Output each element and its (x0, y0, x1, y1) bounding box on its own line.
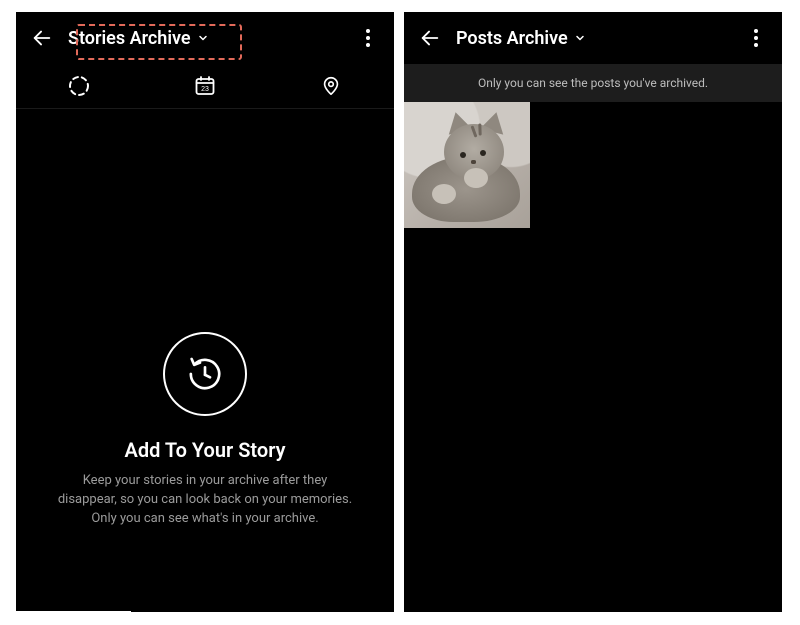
kitten-photo (404, 102, 530, 228)
empty-state-body: Keep your stories in your archive after … (55, 472, 355, 529)
back-arrow-icon (31, 27, 53, 49)
history-clock-icon (185, 354, 225, 394)
chevron-down-icon (574, 28, 586, 49)
location-pin-icon (320, 75, 342, 97)
header-title: Stories Archive (68, 28, 191, 49)
header-bar: Posts Archive (404, 12, 782, 64)
phone-posts-archive: Posts Archive Only you can see the posts… (404, 12, 782, 612)
chevron-down-icon (197, 28, 209, 49)
back-arrow-icon (419, 27, 441, 49)
calendar-day: 23 (201, 86, 209, 93)
tab-location[interactable] (268, 64, 394, 108)
screenshot-pair: Stories Archive (0, 0, 800, 625)
archived-post-thumbnail[interactable] (404, 102, 530, 228)
calendar-icon: 23 (193, 74, 217, 98)
kebab-icon (366, 29, 370, 47)
archive-type-dropdown[interactable]: Stories Archive (62, 24, 215, 53)
privacy-banner: Only you can see the posts you've archiv… (404, 64, 782, 102)
back-button[interactable] (22, 27, 62, 49)
empty-state: Add To Your Story Keep your stories in y… (16, 332, 394, 529)
phone-stories-archive: Stories Archive (16, 12, 394, 612)
empty-state-heading: Add To Your Story (124, 438, 285, 462)
kebab-icon (754, 29, 758, 47)
archive-type-dropdown[interactable]: Posts Archive (450, 24, 592, 53)
overflow-menu-button[interactable] (736, 29, 776, 47)
story-ring-icon (67, 74, 91, 98)
tab-calendar[interactable]: 23 (142, 64, 268, 108)
back-button[interactable] (410, 27, 450, 49)
empty-state-icon-ring (163, 332, 247, 416)
header-title: Posts Archive (456, 28, 568, 49)
active-tab-indicator (16, 611, 131, 613)
archive-grid (404, 102, 782, 228)
archive-view-tabs: 23 (16, 64, 394, 109)
tab-stories-ring[interactable] (16, 64, 142, 108)
header-bar: Stories Archive (16, 12, 394, 64)
overflow-menu-button[interactable] (348, 29, 388, 47)
